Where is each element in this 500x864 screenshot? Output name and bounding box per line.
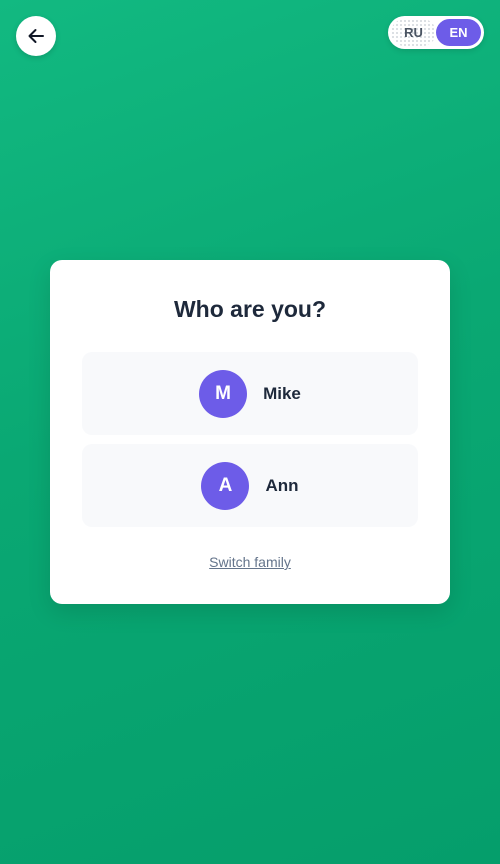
card-title: Who are you? [173,296,327,322]
language-option-ru[interactable]: RU [391,19,436,46]
back-button[interactable] [16,16,56,56]
language-option-en[interactable]: EN [436,19,481,46]
switch-family-link[interactable]: Switch family [50,554,450,570]
profile-name: Mike [263,383,301,403]
avatar: M [199,369,248,418]
profile-option-ann[interactable]: A Ann [82,444,418,527]
profile-option-mike[interactable]: M Mike [82,352,418,435]
profile-select-card: Who are you? M Mike A Ann Switch family [50,260,450,604]
arrow-left-icon [28,29,44,43]
avatar: A [201,461,250,510]
profile-name: Ann [265,475,299,495]
language-toggle[interactable]: RU EN [388,16,484,49]
